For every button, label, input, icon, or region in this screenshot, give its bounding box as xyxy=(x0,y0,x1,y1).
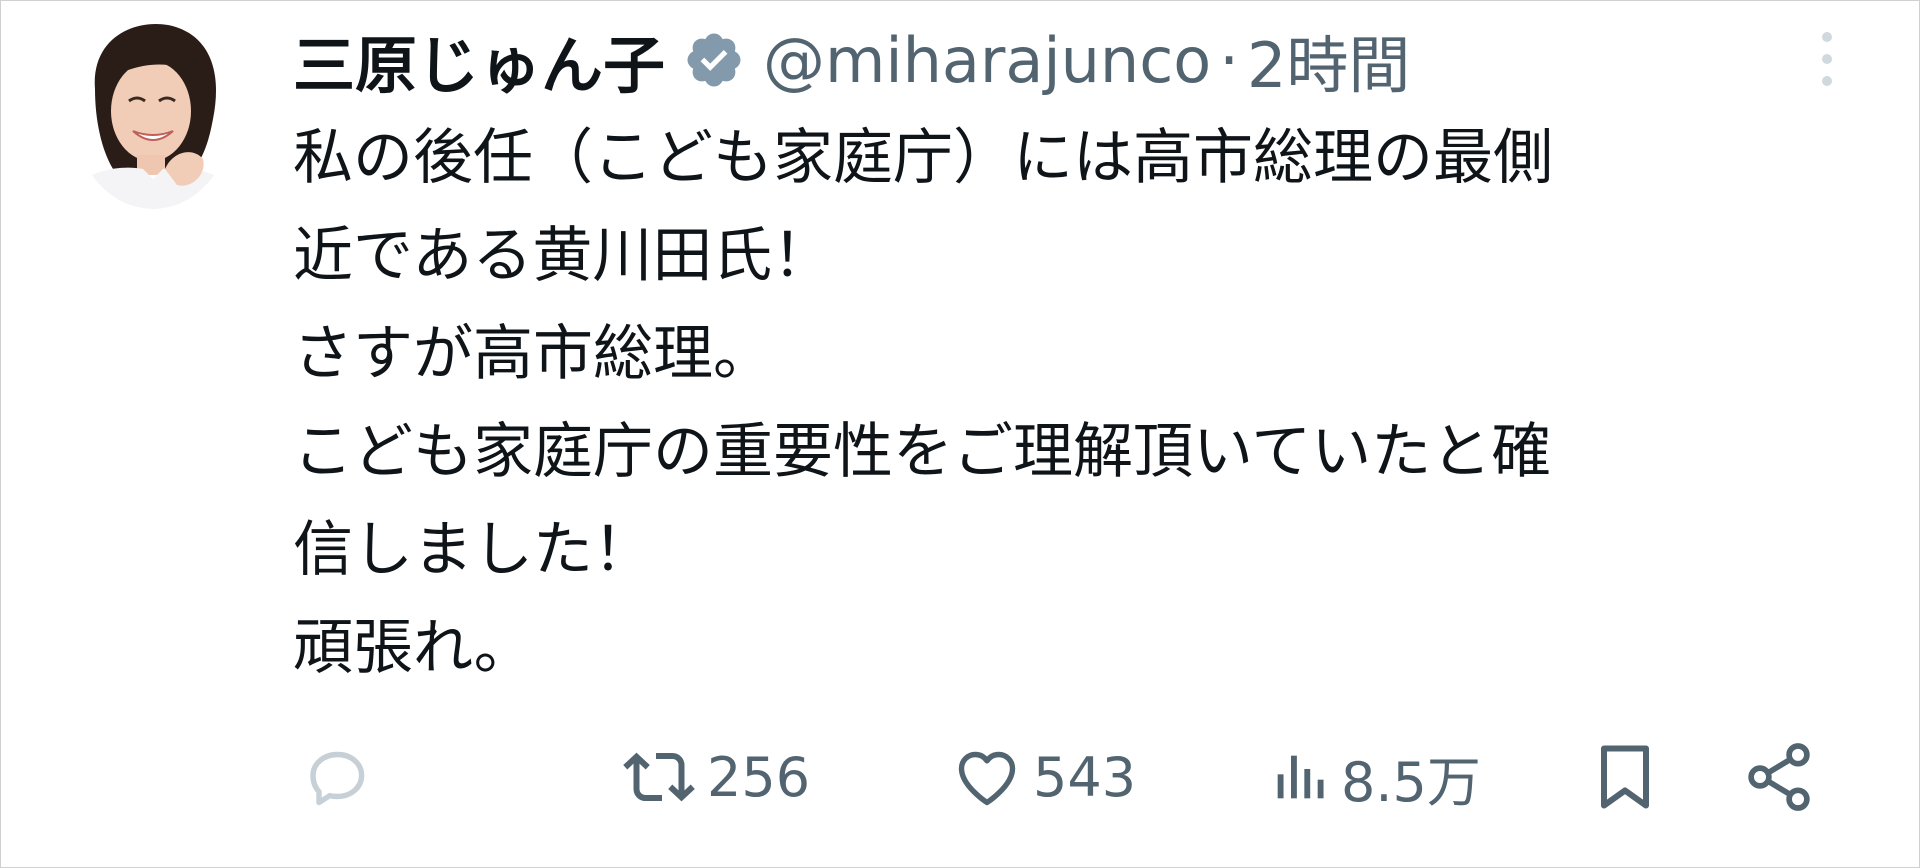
retweet-button[interactable]: 256 xyxy=(621,731,810,823)
like-count: 543 xyxy=(1033,745,1137,809)
tweet-text-line: さすが高市総理。 xyxy=(293,319,773,389)
tweet-text-line: 信しました！ xyxy=(293,515,653,585)
like-button[interactable]: 543 xyxy=(951,731,1136,823)
tweet-text-line: 私の後任（こども家庭庁）には高市総理の最側 xyxy=(293,123,1553,193)
heart-icon xyxy=(951,741,1023,813)
tweet-card: 三原じゅん子 @miharajunco · 2時間 私の後任（こども家庭庁）には… xyxy=(0,0,1920,868)
tweet-text: 私の後任（こども家庭庁）には高市総理の最側 近である黄川田氏！ さすが高市総理。… xyxy=(293,109,1893,697)
tweet-actions: 256 543 8.5万 xyxy=(1,731,1920,823)
verified-badge-icon xyxy=(683,29,745,91)
tweet-header: 三原じゅん子 @miharajunco · 2時間 xyxy=(293,15,1410,105)
views-count: 8.5万 xyxy=(1341,750,1481,814)
bookmark-icon xyxy=(1589,738,1661,816)
avatar[interactable] xyxy=(73,19,233,209)
author-handle[interactable]: @miharajunco xyxy=(763,24,1211,97)
tweet-timestamp[interactable]: 2時間 xyxy=(1247,15,1410,105)
tweet-text-line: 近である黄川田氏！ xyxy=(293,221,833,291)
avatar-photo xyxy=(73,19,233,209)
author-name[interactable]: 三原じゅん子 xyxy=(293,15,665,105)
tweet-text-line: こども家庭庁の重要性をご理解頂いていたと確 xyxy=(293,417,1552,487)
retweet-count: 256 xyxy=(707,745,811,809)
retweet-icon xyxy=(621,741,697,813)
share-icon xyxy=(1741,739,1817,815)
views-button[interactable]: 8.5万 xyxy=(1267,731,1481,823)
header-separator: · xyxy=(1219,23,1239,97)
reply-icon xyxy=(301,741,373,813)
reply-button[interactable] xyxy=(301,731,373,823)
share-button[interactable] xyxy=(1741,731,1817,823)
bookmark-button[interactable] xyxy=(1589,731,1661,823)
views-chart-icon xyxy=(1267,741,1331,813)
tweet-text-line: 頑張れ。 xyxy=(293,613,534,683)
more-vertical-icon[interactable] xyxy=(1809,27,1845,91)
